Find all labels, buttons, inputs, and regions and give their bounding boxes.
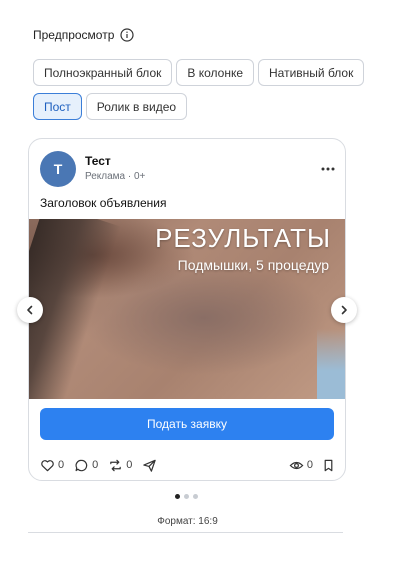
post-meta: Реклама · 0+ (85, 171, 146, 182)
chevron-left-icon (27, 305, 33, 315)
like-count: 0 (58, 459, 65, 471)
preview-title: Предпросмотр (33, 28, 115, 42)
carousel-dot[interactable] (175, 494, 180, 499)
post-actions: 0 0 0 0 (40, 457, 336, 473)
media-fabric-shape (317, 329, 345, 399)
repost-icon (110, 459, 122, 471)
preview-header: Предпросмотр (33, 28, 134, 42)
repost-action[interactable]: 0 (108, 458, 132, 473)
format-selector: Полноэкранный блок В колонке Нативный бл… (33, 59, 373, 120)
comment-count: 0 (92, 459, 99, 471)
chevron-right-icon (341, 305, 347, 315)
share-action[interactable] (142, 458, 157, 473)
repost-count: 0 (126, 459, 133, 471)
chip-post[interactable]: Пост (33, 93, 82, 120)
carousel-dot[interactable] (184, 494, 189, 499)
carousel-dot[interactable] (193, 494, 198, 499)
comment-action[interactable]: 0 (74, 458, 98, 473)
chip-column[interactable]: В колонке (176, 59, 255, 86)
send-icon (143, 459, 157, 472)
more-horizontal-icon[interactable] (320, 161, 336, 177)
post-preview-card: Т Тест Реклама · 0+ Заголовок объявления… (28, 138, 346, 481)
like-action[interactable]: 0 (40, 458, 64, 473)
cta-button[interactable]: Подать заявку (40, 408, 334, 440)
ad-title: Заголовок объявления (40, 196, 167, 210)
media-subheadline: Подмышки, 5 процедур (177, 257, 329, 273)
chip-fullscreen-block[interactable]: Полноэкранный блок (33, 59, 173, 86)
views-indicator: 0 (289, 458, 313, 473)
carousel-prev-button[interactable] (17, 297, 43, 323)
bookmark-icon[interactable] (321, 458, 336, 473)
ad-media-image: РЕЗУЛЬТАТЫ Подмышки, 5 процедур (29, 219, 345, 399)
carousel-next-button[interactable] (331, 297, 357, 323)
chip-video-roll[interactable]: Ролик в видео (85, 93, 188, 120)
carousel-pagination (175, 494, 198, 499)
post-author-name: Тест (85, 154, 111, 168)
eye-icon (289, 461, 304, 469)
comment-icon (75, 459, 88, 471)
divider (28, 532, 343, 533)
post-header: Т Тест Реклама · 0+ (40, 151, 336, 187)
heart-icon (41, 459, 54, 471)
info-icon[interactable] (120, 28, 134, 42)
media-headline: РЕЗУЛЬТАТЫ (155, 223, 331, 253)
chip-native-block[interactable]: Нативный блок (258, 59, 365, 86)
avatar: Т (40, 151, 76, 187)
views-count: 0 (306, 459, 313, 471)
post-actions-right: 0 (289, 458, 336, 473)
format-label: Формат: 16:9 (157, 516, 218, 527)
